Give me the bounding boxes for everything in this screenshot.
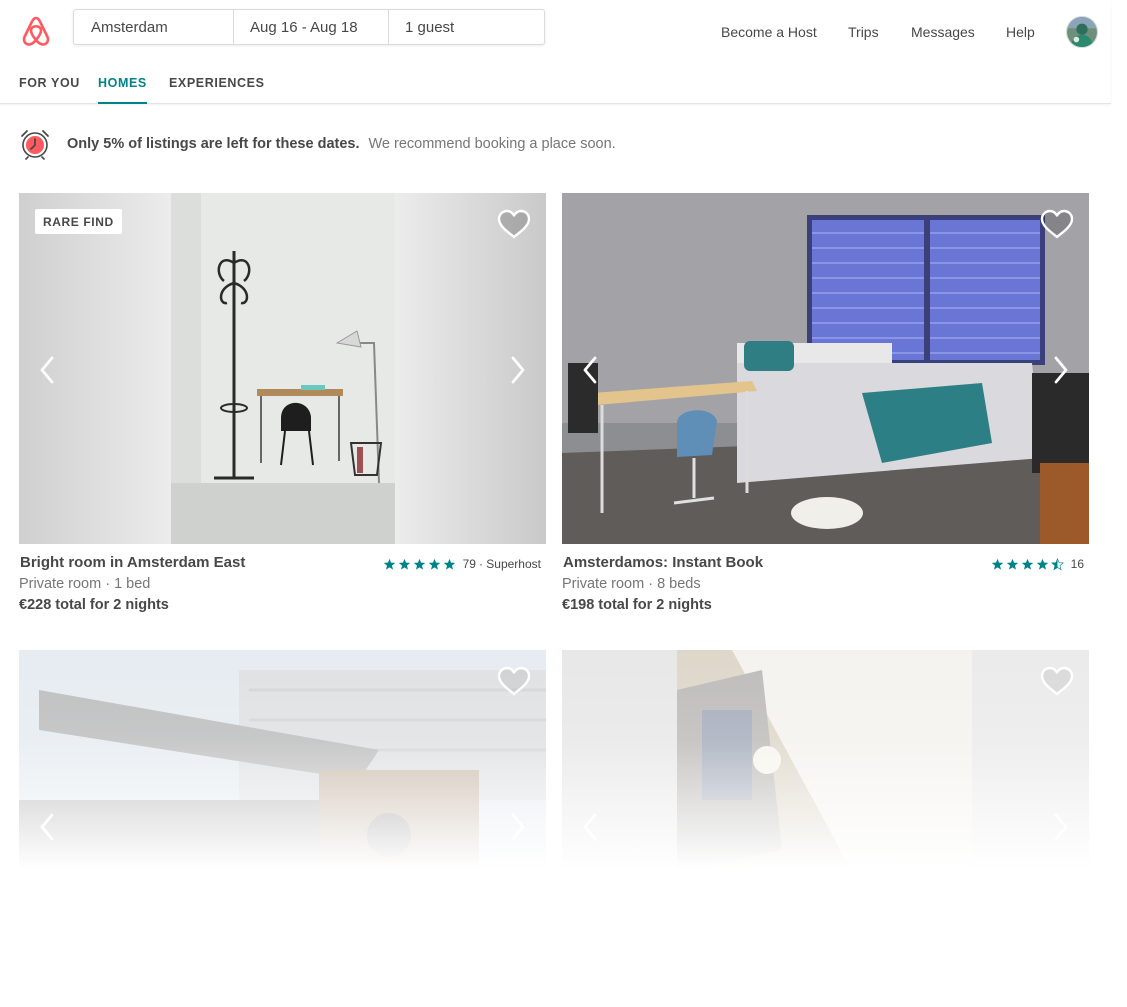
listing-subtitle: Private room · 1 bed	[19, 576, 151, 592]
listing-card[interactable]	[562, 650, 1089, 890]
star-icon	[1006, 558, 1019, 570]
star-icon	[398, 558, 411, 570]
messages-link[interactable]: Messages	[911, 24, 975, 40]
become-host-link[interactable]: Become a Host	[721, 24, 817, 40]
availability-alert: Only 5% of listings are left for these d…	[19, 128, 616, 160]
heart-icon[interactable]	[497, 666, 531, 696]
star-icon	[413, 558, 426, 570]
alert-headline: Only 5% of listings are left for these d…	[67, 136, 360, 152]
listing-rating: 16	[991, 557, 1084, 571]
star-rating	[383, 558, 459, 571]
star-rating	[991, 557, 1067, 571]
star-icon	[1037, 558, 1049, 570]
chevron-right-icon[interactable]	[1051, 355, 1071, 385]
alert-message: We recommend booking a place soon.	[368, 136, 616, 152]
listing-price: €198 total for 2 nights	[562, 597, 712, 613]
listing-card[interactable]: RARE FIND Bright room in Amsterdam East …	[19, 193, 546, 622]
tab-for-you[interactable]: FOR YOU	[19, 76, 80, 104]
listing-title[interactable]: Bright room in Amsterdam East	[20, 554, 245, 571]
rare-find-badge: RARE FIND	[35, 209, 122, 234]
avatar-image	[1067, 17, 1097, 47]
listing-title[interactable]: Amsterdamos: Instant Book	[563, 554, 763, 571]
listing-card[interactable]: Amsterdamos: Instant Book 16 Private roo…	[562, 193, 1089, 622]
trips-link[interactable]: Trips	[848, 24, 879, 40]
heart-icon[interactable]	[1040, 666, 1074, 696]
listing-price: €228 total for 2 nights	[19, 597, 169, 613]
chevron-left-icon[interactable]	[580, 355, 600, 385]
chevron-right-icon[interactable]	[1051, 812, 1071, 842]
heart-icon[interactable]	[1040, 209, 1074, 239]
listing-subtitle: Private room · 8 beds	[562, 576, 701, 592]
chevron-right-icon[interactable]	[508, 812, 528, 842]
top-nav: Become a Host Trips Messages Help	[0, 24, 1111, 42]
review-count: 16	[1070, 557, 1084, 571]
star-icon	[1021, 558, 1034, 570]
star-icon	[429, 558, 441, 570]
tab-homes[interactable]: HOMES	[98, 76, 147, 104]
chevron-left-icon[interactable]	[580, 812, 600, 842]
listing-info: Bright room in Amsterdam East 79 · Super…	[19, 544, 546, 622]
alarm-clock-icon	[21, 130, 49, 160]
star-icon	[444, 558, 456, 570]
user-avatar[interactable]	[1066, 16, 1098, 48]
top-header: Amsterdam Aug 16 - Aug 18 1 guest Become…	[0, 0, 1111, 104]
review-count: 79	[462, 557, 476, 571]
superhost-label: · Superhost	[478, 557, 541, 571]
chevron-left-icon[interactable]	[37, 355, 57, 385]
listing-photo[interactable]	[562, 650, 1089, 890]
listing-card[interactable]	[19, 650, 546, 890]
listing-image	[562, 650, 1089, 890]
tab-experiences[interactable]: EXPERIENCES	[169, 76, 265, 104]
listing-image	[19, 650, 546, 890]
half-star-icon	[1051, 557, 1065, 570]
listing-rating: 79 · Superhost	[383, 557, 541, 571]
heart-icon[interactable]	[497, 209, 531, 239]
listing-image	[562, 193, 1089, 544]
listing-photo[interactable]: RARE FIND	[19, 193, 546, 544]
help-link[interactable]: Help	[1006, 24, 1035, 40]
listing-photo[interactable]	[19, 650, 546, 890]
listing-photo[interactable]	[562, 193, 1089, 544]
chevron-right-icon[interactable]	[508, 355, 528, 385]
star-icon	[991, 558, 1003, 570]
listing-image	[19, 193, 546, 544]
star-icon	[383, 558, 395, 570]
chevron-left-icon[interactable]	[37, 812, 57, 842]
listing-info: Amsterdamos: Instant Book 16 Private roo…	[562, 544, 1089, 622]
